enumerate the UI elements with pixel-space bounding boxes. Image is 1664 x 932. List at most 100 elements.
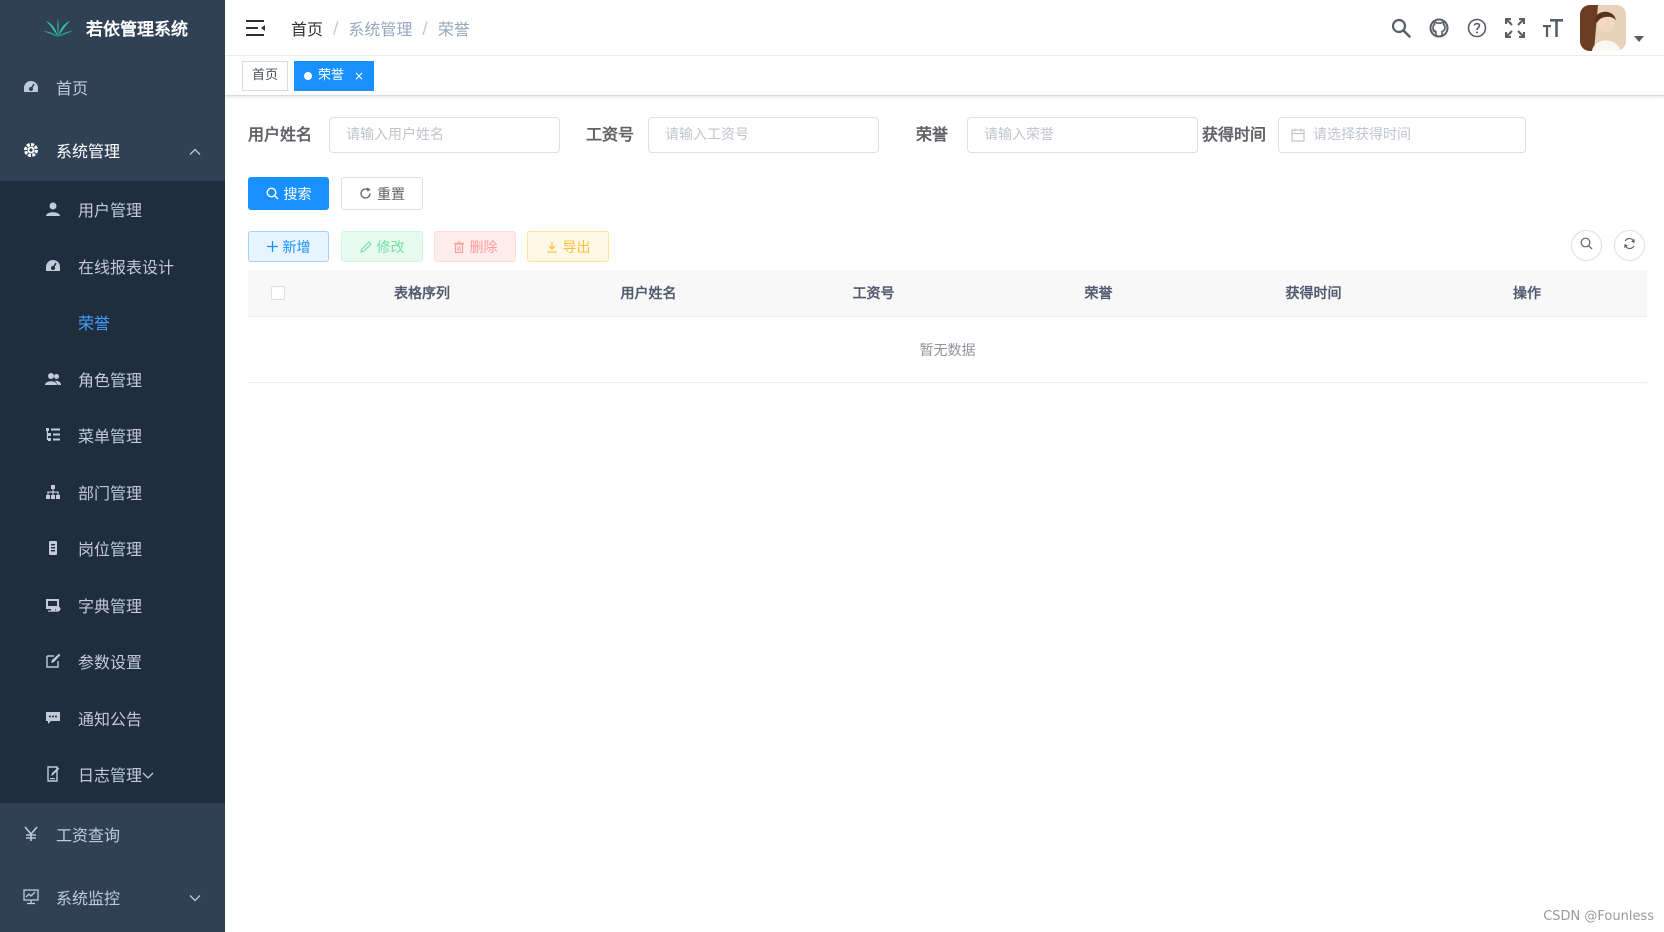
refresh-icon: [359, 187, 372, 200]
sidebar-item-label: 菜单管理: [78, 427, 143, 447]
reset-button[interactable]: 重置: [341, 177, 423, 210]
sidebar-item-monitor[interactable]: 系统监控: [0, 865, 225, 929]
main-content: 用户姓名 工资号 荣誉 获得时间 请选择获得时间 搜索 重置 新增 修改 删除 …: [225, 96, 1664, 932]
add-button[interactable]: 新增: [248, 231, 329, 262]
avatar[interactable]: [1580, 5, 1626, 51]
username-label: 用户姓名: [248, 125, 313, 144]
sidebar-item-log[interactable]: 日志管理: [0, 746, 225, 803]
sidebar-item-system[interactable]: 系统管理: [0, 118, 225, 181]
sidebar-item-users[interactable]: 用户管理: [0, 181, 225, 238]
tag-honor[interactable]: 荣誉 ×: [294, 60, 375, 91]
export-button[interactable]: 导出: [527, 231, 609, 262]
data-table: 表格序列 用户姓名 工资号 荣誉 获得时间 操作 暂无数据: [248, 270, 1647, 383]
hamburger-icon[interactable]: [243, 15, 269, 41]
fullscreen-icon[interactable]: [1496, 0, 1534, 56]
search-icon: [1580, 237, 1593, 254]
edit-icon: [44, 652, 62, 670]
log-icon: [44, 765, 62, 783]
edit-button[interactable]: 修改: [341, 231, 423, 262]
close-icon[interactable]: ×: [354, 62, 364, 90]
column-header: 表格序列: [394, 286, 450, 302]
github-icon[interactable]: [1420, 0, 1458, 56]
empty-text: 暂无数据: [248, 317, 1647, 383]
active-dot: [304, 71, 313, 80]
sidebar-item-label: 系统监控: [56, 889, 121, 908]
sidebar-item-home[interactable]: 首页: [0, 55, 225, 118]
question-icon[interactable]: [1458, 0, 1496, 56]
sidebar-item-notice[interactable]: 通知公告: [0, 690, 225, 747]
breadcrumb-item[interactable]: 首页: [291, 16, 323, 40]
tags-view: 首页 荣誉 ×: [225, 56, 1664, 96]
tree-table-icon: [44, 426, 62, 444]
app-title: 若依管理系统: [86, 20, 188, 40]
sidebar: 若依管理系统 首页 系统管理 用户管理 在线报表设计 荣誉 角色管理 菜单管理 …: [0, 0, 225, 932]
sidebar-item-label: 字典管理: [78, 596, 143, 616]
post-icon: [44, 539, 62, 557]
column-header: 用户姓名: [620, 286, 677, 302]
salary-no-label: 工资号: [586, 125, 635, 144]
sidebar-item-menus[interactable]: 菜单管理: [0, 407, 225, 464]
column-header: 荣誉: [1084, 286, 1113, 302]
search-icon[interactable]: [1382, 0, 1420, 56]
username-input[interactable]: [329, 117, 560, 153]
obtain-time-label: 获得时间: [1202, 125, 1267, 144]
salary-no-input[interactable]: [648, 117, 879, 153]
system-submenu: 用户管理 在线报表设计 荣誉 角色管理 菜单管理 部门管理 岗位管理 字典管理 …: [0, 181, 225, 803]
search-button-label: 搜索: [283, 186, 312, 203]
breadcrumb-separator: /: [333, 18, 339, 37]
sidebar-item-dict[interactable]: 字典管理: [0, 577, 225, 634]
sidebar-item-label: 部门管理: [78, 483, 143, 503]
font-size-icon[interactable]: [1534, 0, 1572, 56]
breadcrumb: 首页 / 系统管理 / 荣誉: [291, 16, 470, 40]
sidebar-item-roles[interactable]: 角色管理: [0, 351, 225, 408]
select-all-cell: [248, 286, 308, 300]
logo-icon: [43, 17, 73, 37]
refresh-button[interactable]: [1614, 230, 1645, 261]
refresh-icon: [1623, 237, 1636, 254]
calendar-icon: [1291, 128, 1305, 142]
search-button[interactable]: 搜索: [248, 177, 329, 210]
sidebar-item-label: 首页: [56, 78, 89, 98]
caret-down-icon[interactable]: [1634, 30, 1644, 46]
sidebar-item-posts[interactable]: 岗位管理: [0, 520, 225, 577]
search-form: 用户姓名 工资号 荣誉 获得时间 请选择获得时间: [248, 117, 1664, 153]
sidebar-item-label: 在线报表设计: [78, 257, 175, 277]
column-header: 获得时间: [1285, 286, 1342, 302]
honor-input[interactable]: [967, 117, 1198, 153]
sidebar-item-label: 用户管理: [78, 201, 143, 221]
sidebar-item-report-design[interactable]: 在线报表设计: [0, 238, 225, 295]
user-icon: [44, 200, 62, 218]
sidebar-item-depts[interactable]: 部门管理: [0, 464, 225, 521]
breadcrumb-separator: /: [422, 18, 428, 37]
tag-label: 荣誉: [318, 67, 345, 83]
chevron-up-icon: [189, 140, 201, 159]
sidebar-item-label: 角色管理: [78, 370, 143, 390]
add-button-label: 新增: [282, 239, 311, 256]
navbar: 首页 / 系统管理 / 荣誉: [225, 0, 1664, 56]
select-all-checkbox[interactable]: [271, 286, 285, 300]
search-icon: [265, 187, 279, 200]
breadcrumb-item: 系统管理: [348, 19, 413, 39]
dashboard-icon: [44, 257, 62, 275]
sidebar-item-label: 系统管理: [56, 141, 121, 161]
sidebar-item-label: 荣誉: [78, 314, 111, 334]
sidebar-item-config[interactable]: 参数设置: [0, 633, 225, 690]
download-icon: [546, 241, 558, 253]
sidebar-item-honor[interactable]: 荣誉: [0, 294, 225, 351]
app-logo[interactable]: 若依管理系统: [0, 0, 225, 55]
trash-icon: [453, 240, 465, 253]
sidebar-item-label: 工资查询: [56, 826, 121, 845]
dict-icon: [44, 596, 62, 614]
toggle-search-button[interactable]: [1571, 230, 1602, 261]
right-menu: [1382, 0, 1644, 56]
column-header: 工资号: [852, 286, 895, 302]
gear-icon: [22, 141, 40, 159]
obtain-time-picker[interactable]: 请选择获得时间: [1278, 117, 1526, 153]
sidebar-item-label: 岗位管理: [78, 540, 143, 560]
delete-button[interactable]: 删除: [434, 231, 516, 262]
tag-home[interactable]: 首页: [242, 60, 289, 91]
table-header: 表格序列 用户姓名 工资号 荣誉 获得时间 操作: [248, 270, 1647, 317]
chevron-down-icon: [142, 765, 154, 784]
sidebar-item-salary[interactable]: 工资查询: [0, 802, 225, 866]
delete-button-label: 删除: [469, 239, 498, 256]
